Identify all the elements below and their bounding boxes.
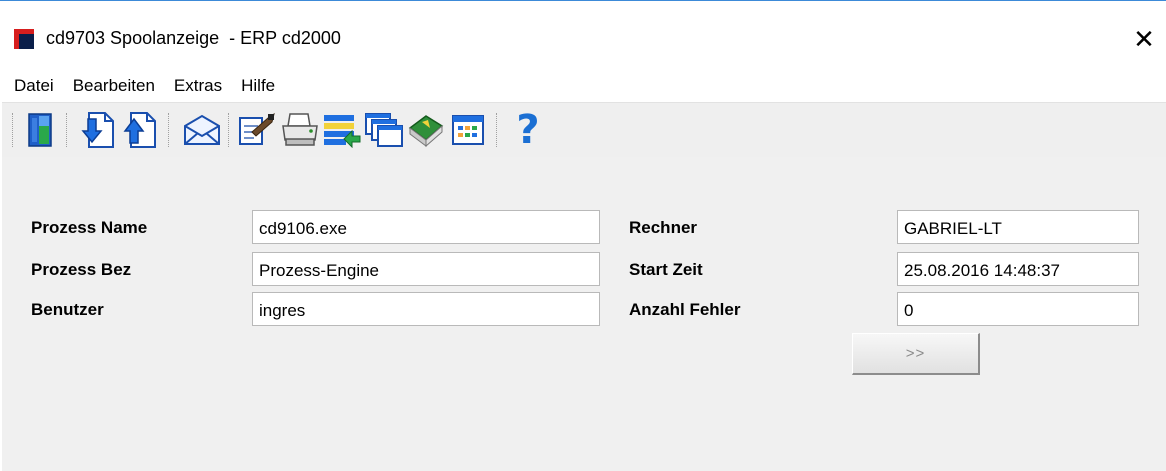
transfer-button[interactable] <box>322 109 362 151</box>
benutzer-field[interactable]: ingres <box>252 292 600 326</box>
menu-extras[interactable]: Extras <box>164 72 231 100</box>
toolbar-separator <box>168 113 171 147</box>
rechner-label: Rechner <box>629 218 698 237</box>
prozess-name-field[interactable]: cd9106.exe <box>252 210 600 244</box>
previous-page-button[interactable] <box>120 109 160 151</box>
next-button[interactable]: >> <box>852 333 980 375</box>
menu-datei[interactable]: Datei <box>0 72 63 100</box>
table-button[interactable] <box>448 109 488 151</box>
help-button[interactable]: ? <box>508 109 548 151</box>
toolbar-separator <box>66 113 69 147</box>
toolbar-separator <box>228 113 231 147</box>
app-icon <box>14 29 34 49</box>
main-window: cd9703 Spoolanzeige - ERP cd2000 ✕ Datei… <box>0 0 1166 471</box>
menu-bar: Datei Bearbeiten Extras Hilfe <box>0 71 1166 101</box>
book-button[interactable] <box>406 109 446 151</box>
toolbar: ? <box>2 102 1166 158</box>
form-panel: Prozess Name cd9106.exe Prozess Bez Proz… <box>2 157 1166 471</box>
next-page-button[interactable] <box>78 109 118 151</box>
exit-button[interactable] <box>22 109 62 151</box>
page-up-icon <box>123 112 156 148</box>
windows-button[interactable] <box>364 109 404 151</box>
prozess-bez-label: Prozess Bez <box>31 260 132 279</box>
close-icon: ✕ <box>1133 23 1155 54</box>
list-transfer-icon <box>324 115 361 148</box>
start-zeit-label: Start Zeit <box>629 260 703 279</box>
toolbar-separator <box>12 113 15 147</box>
client-area: ? Prozess Name cd9106.exe Prozess Bez Pr… <box>2 102 1166 471</box>
start-zeit-field[interactable]: 25.08.2016 14:48:37 <box>897 252 1139 286</box>
mail-button[interactable] <box>182 109 222 151</box>
title-bar[interactable]: cd9703 Spoolanzeige - ERP cd2000 ✕ <box>0 2 1166 60</box>
print-button[interactable] <box>280 109 320 151</box>
page-down-icon <box>81 112 114 148</box>
windows-stack-icon <box>365 113 403 147</box>
book-icon <box>408 115 444 148</box>
menu-hilfe[interactable]: Hilfe <box>231 72 284 100</box>
prozess-bez-field[interactable]: Prozess-Engine <box>252 252 600 286</box>
window-title: cd9703 Spoolanzeige - ERP cd2000 <box>46 28 341 48</box>
grid-table-icon <box>452 115 484 145</box>
edit-button[interactable] <box>238 109 278 151</box>
close-button[interactable]: ✕ <box>1122 22 1166 56</box>
benutzer-label: Benutzer <box>31 300 104 319</box>
rechner-field[interactable]: GABRIEL-LT <box>897 210 1139 244</box>
printer-icon <box>282 113 318 146</box>
anzahl-fehler-field[interactable]: 0 <box>897 292 1139 326</box>
anzahl-fehler-label: Anzahl Fehler <box>629 300 741 319</box>
prozess-name-label: Prozess Name <box>31 218 148 237</box>
toolbar-separator <box>496 113 499 147</box>
edit-document-icon <box>239 112 275 145</box>
envelope-icon <box>184 114 220 145</box>
exit-door-icon <box>28 113 52 147</box>
help-icon: ? <box>516 107 540 153</box>
menu-bearbeiten[interactable]: Bearbeiten <box>63 72 164 100</box>
